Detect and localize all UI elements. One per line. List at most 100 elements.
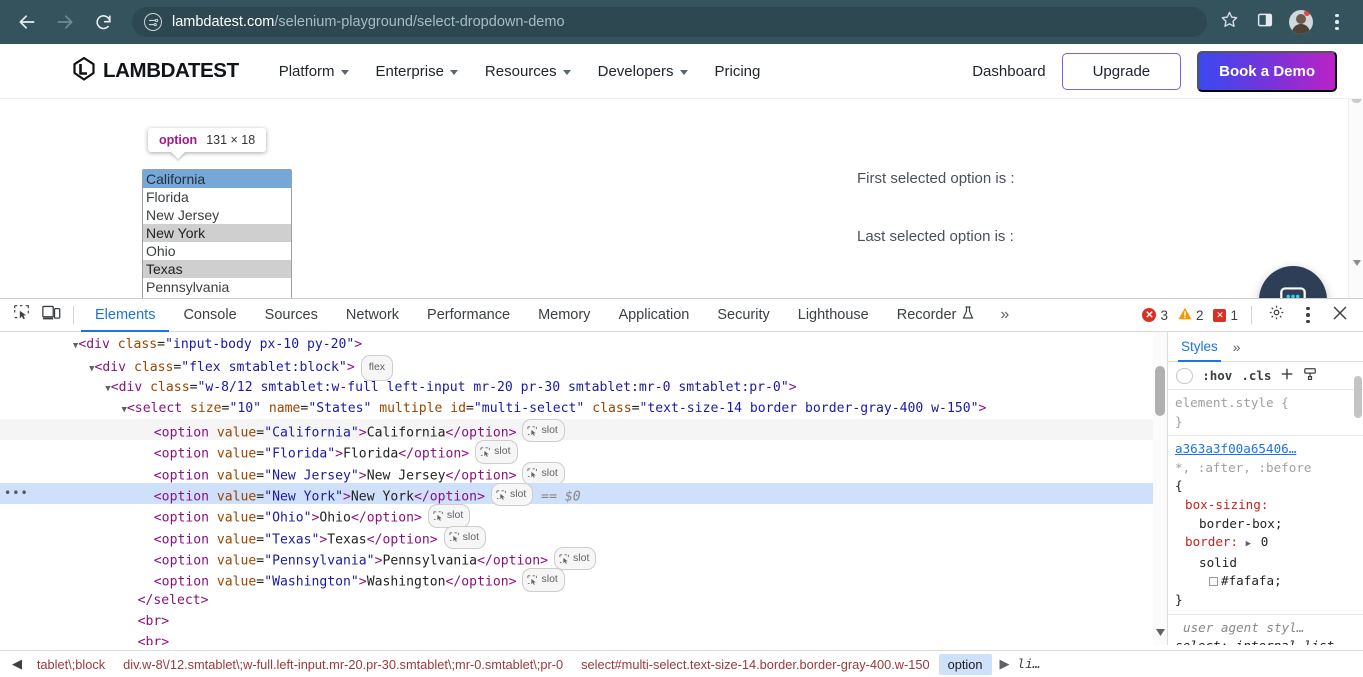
styles-scrollbar-thumb[interactable]: [1354, 376, 1362, 418]
tab-performance[interactable]: Performance: [413, 299, 524, 332]
tab-network[interactable]: Network: [332, 299, 413, 332]
dom-node-line[interactable]: <option value="Texas">Texas</option>slot: [0, 526, 1167, 547]
dashboard-link[interactable]: Dashboard: [972, 63, 1045, 80]
dom-node-line[interactable]: <option value="New Jersey">New Jersey</o…: [0, 462, 1167, 483]
dom-node-line[interactable]: <br>: [0, 632, 1167, 645]
issues-count[interactable]: ✕ 1: [1213, 308, 1238, 323]
slot-badge[interactable]: slot: [554, 547, 596, 570]
slot-badge[interactable]: slot: [475, 440, 517, 463]
dom-node-line[interactable]: •••<option value="New York">New York</op…: [0, 483, 1167, 504]
chat-widget-button[interactable]: [1259, 266, 1327, 298]
slot-badge[interactable]: slot: [491, 483, 533, 506]
dom-node-line[interactable]: <option value="Pennsylvania">Pennsylvani…: [0, 547, 1167, 568]
breadcrumb-item-2[interactable]: select#multi-select.text-size-14.border.…: [572, 657, 939, 672]
slot-badge[interactable]: slot: [428, 504, 470, 527]
dom-scroll-down-icon[interactable]: [1156, 623, 1165, 641]
reload-button[interactable]: [88, 7, 118, 37]
tab-application[interactable]: Application: [604, 299, 703, 332]
element-style-selector[interactable]: element.style {: [1175, 394, 1356, 413]
color-swatch-icon[interactable]: [1209, 577, 1218, 586]
option-texas[interactable]: Texas: [143, 260, 291, 278]
dom-node-line[interactable]: ▼<div class="flex smtablet:block">flex: [0, 355, 1167, 376]
universal-selector[interactable]: *, :after, :before: [1175, 459, 1356, 478]
warning-count[interactable]: 2: [1178, 307, 1204, 323]
dom-node-line[interactable]: <option value="Florida">Florida</option>…: [0, 440, 1167, 461]
dom-scrollbar[interactable]: [1153, 332, 1167, 645]
address-bar[interactable]: lambdatest.com/selenium-playground/selec…: [132, 7, 1207, 37]
tab-elements[interactable]: Elements: [81, 299, 169, 332]
breadcrumb-item-1[interactable]: div.w-8\/12.smtablet\;w-full.left-input.…: [114, 657, 572, 672]
paintbrush-icon[interactable]: [1303, 367, 1317, 384]
slot-badge[interactable]: slot: [522, 419, 564, 442]
device-toolbar-button[interactable]: [36, 302, 66, 328]
dom-node-line[interactable]: </select>: [0, 590, 1167, 611]
nav-item-enterprise[interactable]: Enterprise: [376, 63, 458, 80]
nav-item-resources[interactable]: Resources: [485, 63, 571, 80]
dom-node-line[interactable]: <option value="Ohio">Ohio</option>slot: [0, 504, 1167, 525]
browser-menu-button[interactable]: [1322, 7, 1352, 37]
dom-node-line[interactable]: ▼<select size="10" name="States" multipl…: [0, 398, 1167, 419]
expand-triangle-icon[interactable]: ▶: [1246, 539, 1251, 549]
nav-item-developers[interactable]: Developers: [598, 63, 688, 80]
dom-node-line[interactable]: ▼<div class="input-body px-10 py-20">: [0, 334, 1167, 355]
bookmark-button[interactable]: [1213, 6, 1245, 38]
tabs-overflow-button[interactable]: »: [988, 306, 1021, 324]
nav-item-pricing[interactable]: Pricing: [715, 63, 761, 80]
tab-recorder[interactable]: Recorder: [883, 299, 989, 332]
avatar-icon: [1289, 10, 1313, 34]
tab-sources[interactable]: Sources: [251, 299, 332, 332]
styles-scrollbar[interactable]: [1353, 362, 1363, 645]
option-new-jersey[interactable]: New Jersey: [143, 206, 291, 224]
slot-badge[interactable]: slot: [522, 568, 564, 591]
tab-memory[interactable]: Memory: [524, 299, 604, 332]
warning-icon: [1178, 307, 1192, 323]
breadcrumb-item-0[interactable]: tablet\;block: [28, 657, 114, 672]
filter-input[interactable]: [1176, 368, 1193, 384]
breadcrumb-scroll-left[interactable]: ◀: [6, 656, 28, 672]
lambdatest-logo[interactable]: LAMBDATEST: [72, 56, 239, 87]
error-count[interactable]: ✕ 3: [1142, 308, 1168, 323]
plus-icon[interactable]: [1280, 367, 1294, 384]
user-agent-selector[interactable]: select:-internal-list-box: [1175, 637, 1356, 645]
back-button[interactable]: [12, 7, 42, 37]
option-pennsylvania[interactable]: Pennsylvania: [143, 278, 291, 296]
devtools-settings-button[interactable]: [1261, 302, 1291, 328]
tab-security[interactable]: Security: [703, 299, 783, 332]
devtools-close-button[interactable]: [1325, 302, 1355, 328]
hov-toggle[interactable]: :hov: [1202, 368, 1232, 383]
dom-tree-pane[interactable]: ▼<div class="input-body px-10 py-20">▼<d…: [0, 332, 1168, 645]
scroll-down-arrow-icon[interactable]: [1349, 255, 1363, 270]
option-new-york[interactable]: New York: [143, 224, 291, 242]
option-ohio[interactable]: Ohio: [143, 242, 291, 260]
option-florida[interactable]: Florida: [143, 188, 291, 206]
upgrade-button[interactable]: Upgrade: [1062, 53, 1182, 90]
profile-button[interactable]: [1286, 7, 1316, 37]
devtools-more-button[interactable]: [1293, 302, 1323, 328]
site-settings-icon[interactable]: [144, 13, 162, 31]
states-multi-select[interactable]: California Florida New Jersey New York O…: [142, 169, 292, 298]
node-more-icon[interactable]: •••: [4, 489, 29, 497]
styles-overflow-button[interactable]: »: [1233, 339, 1241, 355]
dom-node-line[interactable]: <option value="California">California</o…: [0, 419, 1167, 440]
nav-item-platform[interactable]: Platform: [279, 63, 349, 80]
dom-node-line[interactable]: <option value="Washington">Washington</o…: [0, 568, 1167, 589]
dom-node-line[interactable]: <br>: [0, 611, 1167, 632]
breadcrumb-scroll-right[interactable]: ▶: [992, 656, 1018, 672]
slot-badge[interactable]: slot: [444, 526, 486, 549]
tab-lighthouse[interactable]: Lighthouse: [784, 299, 883, 332]
dom-node-line[interactable]: ▼<div class="w-8/12 smtablet:w-full left…: [0, 377, 1167, 398]
option-california[interactable]: California: [143, 170, 291, 188]
border-declaration[interactable]: border: ▶ 0 solid #fafafa;: [1175, 533, 1356, 591]
stylesheet-source-link[interactable]: a363a3f00a65406…: [1175, 440, 1356, 459]
tab-styles[interactable]: Styles: [1178, 332, 1221, 362]
dom-scrollbar-thumb[interactable]: [1155, 366, 1165, 416]
tab-console[interactable]: Console: [169, 299, 250, 332]
inspect-element-button[interactable]: [6, 302, 36, 328]
cls-toggle[interactable]: .cls: [1241, 368, 1271, 383]
box-sizing-declaration[interactable]: box-sizing: border-box;: [1175, 496, 1356, 533]
slot-badge[interactable]: slot: [522, 462, 564, 485]
book-a-demo-button[interactable]: Book a Demo: [1197, 51, 1337, 92]
forward-button[interactable]: [50, 7, 80, 37]
side-panel-button[interactable]: [1250, 7, 1280, 37]
breadcrumb-item-3[interactable]: option: [939, 654, 992, 675]
